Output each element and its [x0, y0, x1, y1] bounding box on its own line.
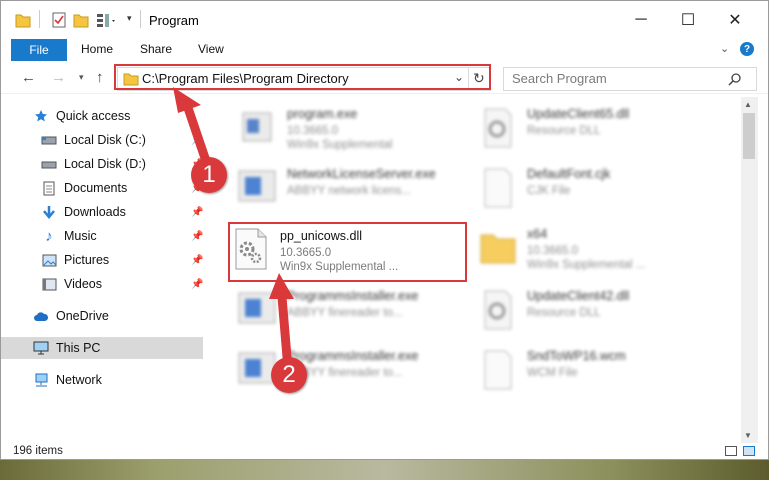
callout-badge-1: 1 [191, 157, 227, 193]
desktop-background-strip [0, 460, 769, 480]
arrowhead-1 [173, 87, 201, 113]
explorer-window: ▾ Program ─ ☐ ✕ File Home Share View ⌄ ?… [0, 0, 769, 460]
callout-badge-2: 2 [271, 357, 307, 393]
arrow-to-address-bar [182, 100, 211, 166]
annotation-arrows [173, 87, 294, 362]
arrow-to-pp-unicows [277, 292, 292, 362]
arrowhead-2 [269, 273, 294, 299]
